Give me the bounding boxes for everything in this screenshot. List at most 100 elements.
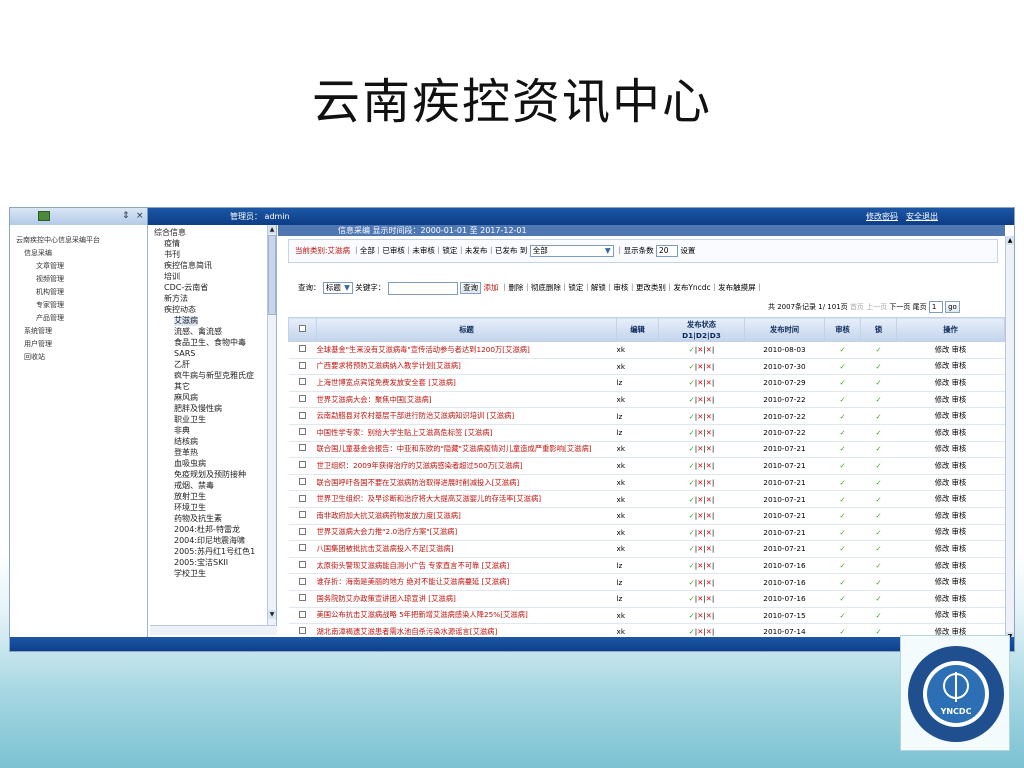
- go-button[interactable]: go: [945, 301, 960, 313]
- last-page-link[interactable]: 尾页: [913, 303, 927, 311]
- tree-item[interactable]: 2004:杜邦-特雷龙: [174, 525, 240, 535]
- tree-item[interactable]: 麻风病: [174, 393, 198, 403]
- add-link[interactable]: 添加: [483, 283, 498, 292]
- row-checkbox[interactable]: [299, 594, 306, 602]
- tree-item[interactable]: 登革热: [174, 448, 198, 458]
- row-checkbox[interactable]: [299, 527, 306, 535]
- audit-check-icon[interactable]: ✓: [824, 557, 861, 575]
- status-filter-links[interactable]: ｜全部｜已审核｜未审核｜锁定｜未发布｜已发布 到: [352, 246, 527, 255]
- lock-check-icon[interactable]: ✓: [860, 507, 897, 525]
- tree-item[interactable]: SARS: [174, 349, 195, 359]
- audit-check-icon[interactable]: ✓: [824, 524, 861, 542]
- article-title-link[interactable]: 国务院防艾办政策宣讲团入琼宣讲 [艾滋病]: [316, 590, 617, 608]
- row-checkbox[interactable]: [299, 461, 306, 469]
- row-checkbox[interactable]: [299, 561, 306, 569]
- tree-item[interactable]: 放射卫生: [174, 492, 206, 502]
- lock-check-icon[interactable]: ✓: [860, 358, 897, 376]
- lock-check-icon[interactable]: ✓: [860, 341, 897, 359]
- row-actions[interactable]: 修改 审核: [896, 607, 1005, 625]
- scroll-down-icon[interactable]: ▼: [268, 610, 276, 619]
- tree-item[interactable]: 新方法: [164, 294, 188, 304]
- row-actions[interactable]: 修改 审核: [896, 474, 1005, 492]
- audit-check-icon[interactable]: ✓: [824, 490, 861, 508]
- audit-check-icon[interactable]: ✓: [824, 341, 861, 359]
- row-checkbox[interactable]: [299, 511, 306, 519]
- nav-item[interactable]: 产品管理: [36, 313, 64, 323]
- lock-check-icon[interactable]: ✓: [860, 391, 897, 409]
- tree-item[interactable]: 疫情: [164, 239, 180, 249]
- lock-check-icon[interactable]: ✓: [860, 474, 897, 492]
- tree-item[interactable]: 流感、禽流感: [174, 327, 222, 337]
- tree-item[interactable]: 环境卫生: [174, 503, 206, 513]
- row-checkbox[interactable]: [299, 411, 306, 419]
- audit-check-icon[interactable]: ✓: [824, 391, 861, 409]
- nav-item[interactable]: 用户管理: [24, 339, 52, 349]
- lock-check-icon[interactable]: ✓: [860, 374, 897, 392]
- audit-check-icon[interactable]: ✓: [824, 407, 861, 425]
- tree-vertical-scrollbar[interactable]: ▲ ▼: [267, 225, 276, 635]
- row-checkbox[interactable]: [299, 444, 306, 452]
- tree-item[interactable]: 免疫规划及预防接种: [174, 470, 246, 480]
- audit-check-icon[interactable]: ✓: [824, 457, 861, 475]
- row-checkbox[interactable]: [299, 361, 306, 369]
- audit-check-icon[interactable]: ✓: [824, 424, 861, 442]
- lock-check-icon[interactable]: ✓: [860, 490, 897, 508]
- lock-check-icon[interactable]: ✓: [860, 407, 897, 425]
- tree-item[interactable]: 职业卫生: [174, 415, 206, 425]
- nav-item[interactable]: 回收站: [24, 352, 45, 362]
- article-title-link[interactable]: 世界艾滋病大会：聚焦中国[艾滋病]: [316, 391, 617, 409]
- field-select[interactable]: 标题 ▼: [322, 282, 353, 294]
- nav-item[interactable]: 系统管理: [24, 326, 52, 336]
- prev-page-link[interactable]: 上一页: [866, 303, 887, 311]
- tree-item[interactable]: 培训: [164, 272, 180, 282]
- tree-item[interactable]: 书刊: [164, 250, 180, 260]
- lock-check-icon[interactable]: ✓: [860, 557, 897, 575]
- row-checkbox[interactable]: [299, 544, 306, 552]
- tree-item[interactable]: 肥胖及慢性病: [174, 404, 222, 414]
- article-title-link[interactable]: 谁存折：海南是美丽的地方 绝对不能让艾滋病蔓延 [艾滋病]: [316, 573, 617, 591]
- audit-check-icon[interactable]: ✓: [824, 590, 861, 608]
- row-actions[interactable]: 修改 审核: [896, 391, 1005, 409]
- page-input[interactable]: 1: [928, 301, 943, 313]
- lock-check-icon[interactable]: ✓: [860, 540, 897, 558]
- tree-item[interactable]: 综合信息: [154, 228, 186, 238]
- lock-check-icon[interactable]: ✓: [860, 524, 897, 542]
- article-title-link[interactable]: 中国性学专家：别给大学生贴上艾滋高危标签 [艾滋病]: [316, 424, 617, 442]
- lock-check-icon[interactable]: ✓: [860, 573, 897, 591]
- article-title-link[interactable]: 广西要求将预防艾滋病纳入教学计划[艾滋病]: [316, 358, 617, 376]
- tree-item[interactable]: 疯牛病与新型克雅氏症: [174, 371, 254, 381]
- next-page-link[interactable]: 下一页: [889, 303, 910, 311]
- row-checkbox[interactable]: [299, 577, 306, 585]
- tree-item[interactable]: CDC-云南省: [164, 283, 208, 293]
- nav-item[interactable]: 视频管理: [36, 274, 64, 284]
- audit-check-icon[interactable]: ✓: [824, 540, 861, 558]
- article-title-link[interactable]: 世界卫生组织：及早诊断和治疗将大大提高艾滋婴儿的存活率[艾滋病]: [316, 490, 617, 508]
- article-title-link[interactable]: 联合国呼吁各国不要在艾滋病防治取得进展时削减投入[艾滋病]: [316, 474, 617, 492]
- nav-root[interactable]: 云南疾控中心信息采编平台: [16, 235, 100, 245]
- tree-item-selected[interactable]: 艾滋病: [174, 316, 198, 326]
- article-title-link[interactable]: 上海世博宽点宾馆免费发放安全套 [艾滋病]: [316, 374, 617, 392]
- row-actions[interactable]: 修改 审核: [896, 341, 1005, 359]
- row-actions[interactable]: 修改 审核: [896, 490, 1005, 508]
- change-password-link[interactable]: 修改密码: [866, 211, 898, 222]
- audit-check-icon[interactable]: ✓: [824, 573, 861, 591]
- tree-item[interactable]: 结核病: [174, 437, 198, 447]
- audit-check-icon[interactable]: ✓: [824, 474, 861, 492]
- article-title-link[interactable]: 世卫组织：2009年获得治疗的艾滋病感染者超过500万[艾滋病]: [316, 457, 617, 475]
- tree-item[interactable]: 食品卫生、食物中毒: [174, 338, 246, 348]
- row-checkbox[interactable]: [299, 610, 306, 618]
- row-actions[interactable]: 修改 审核: [896, 358, 1005, 376]
- home-icon[interactable]: [38, 211, 50, 221]
- nav-item[interactable]: 专家管理: [36, 300, 64, 310]
- close-icon[interactable]: ×: [136, 211, 144, 221]
- lock-check-icon[interactable]: ✓: [860, 590, 897, 608]
- row-checkbox[interactable]: [299, 627, 306, 635]
- tree-item[interactable]: 疾控信息简讯: [164, 261, 212, 271]
- select-all-checkbox[interactable]: [299, 325, 306, 332]
- article-title-link[interactable]: 联合国儿童基金会报告：中亚和东欧的"隐藏"艾滋病疫情对儿童造成严重影响[艾滋病]: [316, 441, 617, 459]
- query-button[interactable]: 查询: [460, 282, 482, 294]
- audit-check-icon[interactable]: ✓: [824, 607, 861, 625]
- article-title-link[interactable]: 全球基金"生来没有艾滋病毒"宣传活动参与者达到1200万[艾滋病]: [316, 341, 617, 359]
- row-checkbox[interactable]: [299, 494, 306, 502]
- article-title-link[interactable]: 美国公布抗击艾滋病战略 5年把新增艾滋病感染人降25%[艾滋病]: [316, 607, 617, 625]
